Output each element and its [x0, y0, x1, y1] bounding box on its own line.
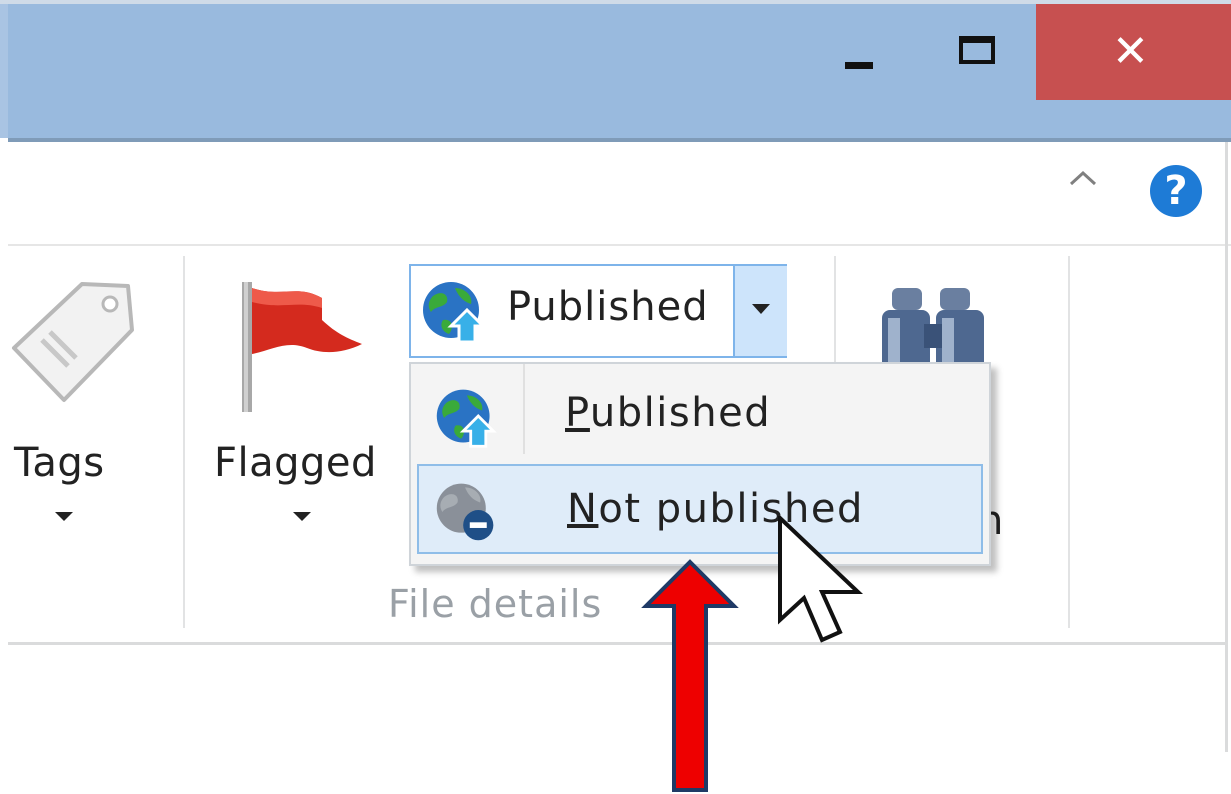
access-key: N	[567, 486, 599, 532]
tags-dropdown-arrow[interactable]	[55, 512, 73, 521]
ribbon-collapse-icon[interactable]	[1068, 168, 1098, 188]
globe-upload-icon	[436, 389, 497, 448]
group-divider	[834, 256, 836, 364]
mouse-cursor-icon	[778, 516, 864, 643]
titlebar-edge	[0, 4, 8, 138]
menu-item-published[interactable]: Published	[417, 370, 983, 460]
dropdown-selected-value: Published	[507, 284, 709, 330]
access-key: P	[565, 390, 590, 436]
menu-item-label: Published	[565, 390, 771, 436]
close-icon: ✕	[1112, 26, 1149, 77]
group-divider	[183, 256, 185, 628]
minimize-icon	[845, 62, 873, 69]
annotation-arrow	[641, 559, 739, 792]
flag-icon[interactable]	[222, 278, 372, 418]
group-divider	[1068, 256, 1070, 628]
publish-status-dropdown[interactable]: Published	[409, 264, 787, 358]
maximize-icon	[959, 36, 995, 64]
dropdown-toggle-button[interactable]	[733, 266, 787, 356]
chevron-down-icon	[752, 304, 770, 314]
flagged-label[interactable]: Flagged	[214, 440, 377, 486]
publish-status-menu: Published Not published	[409, 362, 991, 566]
globe-upload-icon	[423, 282, 487, 344]
globe-remove-icon	[436, 483, 494, 541]
tag-icon[interactable]	[4, 278, 144, 408]
window-right-edge	[1225, 142, 1228, 752]
menu-item-not-published[interactable]: Not published	[417, 464, 983, 554]
ribbon-bottom-border	[8, 642, 1226, 645]
help-icon[interactable]: ?	[1150, 165, 1202, 217]
group-label: File details	[388, 582, 603, 626]
menu-item-label-text: ublished	[589, 390, 772, 436]
close-button[interactable]: ✕	[1036, 4, 1231, 100]
minimize-button[interactable]	[820, 4, 920, 100]
flagged-dropdown-arrow[interactable]	[293, 512, 311, 521]
maximize-button[interactable]	[935, 4, 1035, 100]
ribbon-tab-row	[0, 142, 1231, 246]
tags-label[interactable]: Tags	[14, 440, 105, 486]
